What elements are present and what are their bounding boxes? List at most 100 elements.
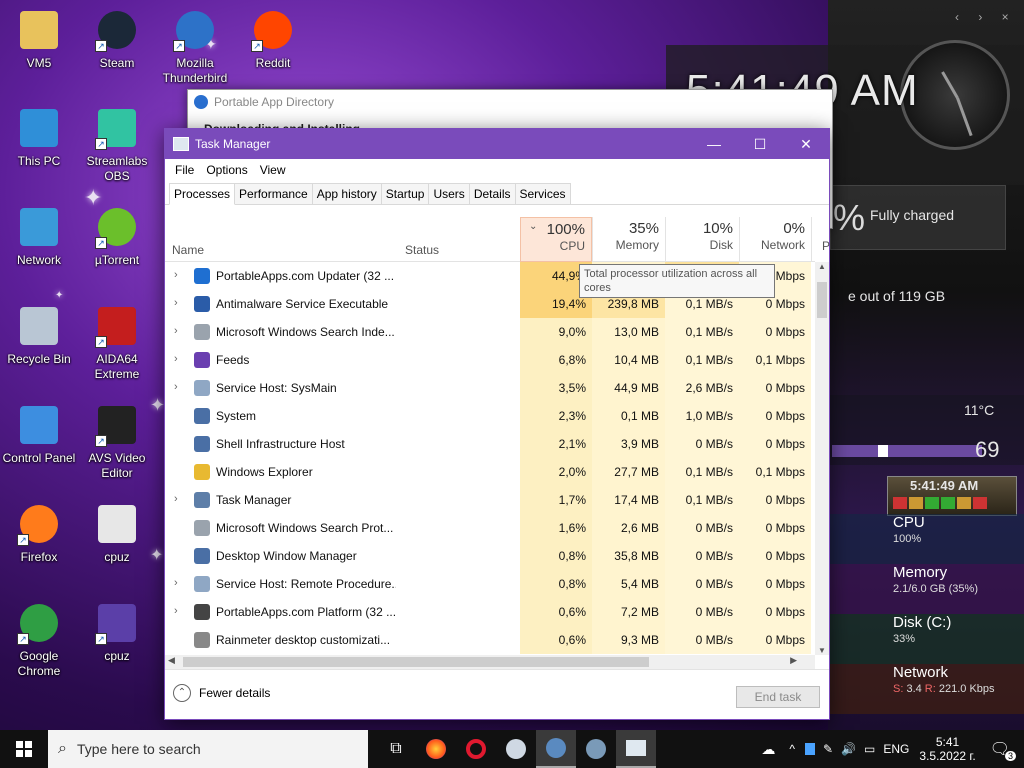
taskbar-app-5[interactable] xyxy=(576,730,616,768)
expand-chevron-icon[interactable]: › xyxy=(174,605,182,617)
shortcut-arrow-icon: ↗ xyxy=(95,40,107,52)
desktop-icon-reddit[interactable]: ↗ Reddit xyxy=(234,8,312,71)
process-row[interactable]: Microsoft Windows Search Prot... 1,6% 2,6 … xyxy=(165,514,815,542)
process-disk: 0 MB/s xyxy=(665,514,739,542)
col-cpu[interactable]: ⌄ 100% CPU xyxy=(520,217,592,262)
process-name: System xyxy=(216,409,257,423)
clock[interactable]: 5:41 3.5.2022 г. xyxy=(919,735,975,763)
show-hidden-icon[interactable]: ^ xyxy=(789,742,795,756)
desktop-icon-computer[interactable]: This PC xyxy=(0,106,78,169)
desktop-icon-recycle-bin[interactable]: Recycle Bin xyxy=(0,304,78,367)
desktop-icon-folder-user[interactable]: VM5 xyxy=(0,8,78,71)
tab-performance[interactable]: Performance xyxy=(234,183,313,204)
process-memory: 7,2 MB xyxy=(592,598,665,626)
end-task-button[interactable]: End task xyxy=(736,686,820,708)
taskbar-task-manager[interactable] xyxy=(616,730,656,768)
tab-users[interactable]: Users xyxy=(428,183,470,204)
process-row[interactable]: Shell Infrastructure Host 2,1% 3,9 MB 0 MB/… xyxy=(165,430,815,458)
menu-file[interactable]: File xyxy=(169,163,200,177)
close-button[interactable]: ✕ xyxy=(783,129,829,159)
desktop-icon-network[interactable]: Network xyxy=(0,205,78,268)
menu-view[interactable]: View xyxy=(254,163,292,177)
expand-chevron-icon[interactable]: › xyxy=(174,353,182,365)
start-button[interactable] xyxy=(0,730,48,768)
process-row[interactable]: System 2,3% 0,1 MB 1,0 MB/s 0 Mbps xyxy=(165,402,815,430)
globe-icon xyxy=(546,738,566,758)
battery-status: Fully charged xyxy=(870,207,955,223)
desktop-icon-steam[interactable]: ↗ Steam xyxy=(78,8,156,71)
maximize-button[interactable]: ☐ xyxy=(737,129,783,159)
small-clock-buttons xyxy=(893,497,987,509)
scroll-down-icon[interactable]: ▼ xyxy=(815,646,829,655)
expand-chevron-icon[interactable]: › xyxy=(174,269,182,281)
col-name[interactable]: Name xyxy=(172,243,204,257)
firefox-icon: ↗ xyxy=(17,502,61,546)
volume-icon[interactable]: 🔊 xyxy=(841,742,856,756)
col-network[interactable]: 0% Network xyxy=(739,217,811,262)
process-row[interactable]: Desktop Window Manager 0,8% 35,8 MB 0 MB/s 0… xyxy=(165,542,815,570)
pen-icon[interactable]: ✎ xyxy=(823,742,833,756)
desktop-icon-aida64[interactable]: ↗ AIDA64 Extreme xyxy=(78,304,156,382)
expand-chevron-icon[interactable]: › xyxy=(174,297,182,309)
utorrent-icon: ↗ xyxy=(95,205,139,249)
expand-chevron-icon[interactable]: › xyxy=(174,577,182,589)
desktop-icon-chrome[interactable]: ↗ Google Chrome xyxy=(0,601,78,679)
minimize-button[interactable]: — xyxy=(691,129,737,159)
taskbar-search[interactable]: ⌕ Type here to search xyxy=(48,730,368,768)
horizontal-scrollbar[interactable]: ◀ ▶ xyxy=(165,655,815,669)
title-bar[interactable]: Task Manager — ☐ ✕ xyxy=(165,129,829,159)
vertical-scroll-thumb[interactable] xyxy=(817,282,827,318)
col-memory[interactable]: 35% Memory xyxy=(592,217,665,262)
process-row[interactable]: › PortableApps.com Platform (32 ... 0,6% 7,… xyxy=(165,598,815,626)
process-row[interactable]: › Microsoft Windows Search Inde... 9,0% 13,… xyxy=(165,318,815,346)
desktop-icon-cpuz[interactable]: ↗ cpuz xyxy=(78,601,156,664)
process-row[interactable]: › Service Host: Remote Procedure... 0,8% 5,… xyxy=(165,570,815,598)
vertical-scrollbar[interactable]: ▲ ▼ xyxy=(815,262,829,655)
rm-cpu-label: CPU xyxy=(893,514,925,531)
col-status[interactable]: Status xyxy=(405,243,439,257)
notification-button[interactable]: 🗨 3 xyxy=(990,739,1016,761)
process-row[interactable]: › Service Host: SysMain 3,5% 44,9 MB 2,6 MB/… xyxy=(165,374,815,402)
col-power[interactable]: P xyxy=(811,217,830,262)
volume-bar[interactable] xyxy=(832,445,982,457)
fewer-details-button[interactable]: ⌃ Fewer details xyxy=(173,684,270,702)
desktop-icon-firefox[interactable]: ↗ Firefox xyxy=(0,502,78,565)
desktop-icon-thunderbird[interactable]: ↗ Mozilla Thunderbird xyxy=(156,8,234,86)
process-network: 0 Mbps xyxy=(739,542,811,570)
desktop-icon-streamlabs[interactable]: ↗ Streamlabs OBS xyxy=(78,106,156,184)
tab-processes[interactable]: Processes xyxy=(169,183,236,205)
network-icon[interactable]: ▭ xyxy=(864,742,875,756)
onedrive-icon[interactable]: ☁ xyxy=(761,741,775,758)
process-row[interactable]: Windows Explorer 2,0% 27,7 MB 0,1 MB/s 0,1 M… xyxy=(165,458,815,486)
tab-app-history[interactable]: App history xyxy=(311,183,382,204)
desktop-icon-utorrent[interactable]: ↗ µTorrent xyxy=(78,205,156,268)
horizontal-scroll-thumb[interactable] xyxy=(183,657,649,667)
rainmeter-tray-icon[interactable] xyxy=(805,743,816,755)
col-disk[interactable]: 10% Disk xyxy=(665,217,739,262)
volume-knob[interactable] xyxy=(878,445,888,457)
taskbar-opera[interactable] xyxy=(456,730,496,768)
rainmeter-nav[interactable]: ‹ › × xyxy=(955,10,1017,24)
expand-chevron-icon[interactable]: › xyxy=(174,381,182,393)
scroll-left-icon[interactable]: ◀ xyxy=(168,655,175,666)
scroll-right-icon[interactable]: ▶ xyxy=(790,655,797,666)
taskbar-firefox[interactable] xyxy=(416,730,456,768)
desktop-icon-control-panel[interactable]: Control Panel xyxy=(0,403,78,466)
desktop-icon-avs-video[interactable]: ↗ AVS Video Editor xyxy=(78,403,156,481)
language-indicator[interactable]: ENG xyxy=(883,742,909,756)
tab-services[interactable]: Services xyxy=(514,183,571,204)
menu-options[interactable]: Options xyxy=(200,163,253,177)
tab-details[interactable]: Details xyxy=(468,183,516,204)
process-row[interactable]: Rainmeter desktop customizati... 0,6% 9,3 … xyxy=(165,626,815,654)
process-row[interactable]: › Task Manager 1,7% 17,4 MB 0,1 MB/s 0 Mbps xyxy=(165,486,815,514)
taskbar-app-4[interactable] xyxy=(536,730,576,768)
desktop-icon-file-gear[interactable]: cpuz xyxy=(78,502,156,565)
expand-chevron-icon[interactable]: › xyxy=(174,493,182,505)
expand-chevron-icon[interactable]: › xyxy=(174,325,182,337)
taskbar-steam[interactable] xyxy=(496,730,536,768)
process-row[interactable]: › Feeds 6,8% 10,4 MB 0,1 MB/s 0,1 Mbps xyxy=(165,346,815,374)
task-view-button[interactable]: ⧉ xyxy=(376,730,416,768)
tab-startup[interactable]: Startup xyxy=(380,183,430,204)
task-manager-window[interactable]: Task Manager — ☐ ✕ File Options View Pro… xyxy=(164,128,830,720)
scroll-up-icon[interactable]: ▲ xyxy=(815,262,829,271)
